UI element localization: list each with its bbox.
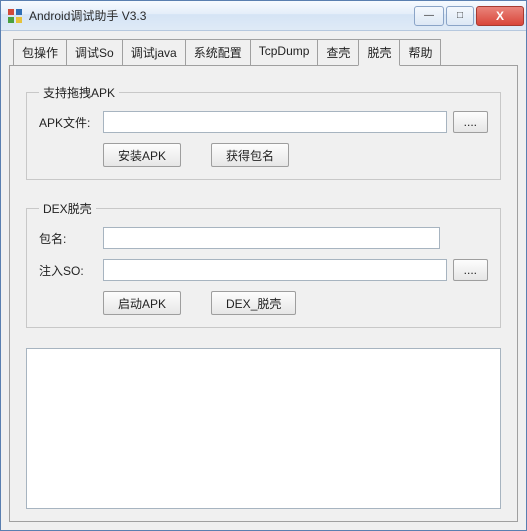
inject-so-input[interactable] (103, 259, 447, 281)
minimize-button[interactable]: — (414, 6, 444, 26)
maximize-button[interactable]: □ (446, 6, 474, 26)
minimize-icon: — (424, 10, 434, 21)
output-content (27, 349, 500, 509)
group-dex-unshell: DEX脱壳 包名: 注入SO: .... 启动APK DEX_脱壳 (26, 200, 501, 328)
tab-panel-unshell: 支持拖拽APK APK文件: .... 安装APK 获得包名 DEX脱壳 包名: (9, 65, 518, 522)
group-apk-drag: 支持拖拽APK APK文件: .... 安装APK 获得包名 (26, 84, 501, 180)
install-apk-button[interactable]: 安装APK (103, 143, 181, 167)
pkg-name-label: 包名: (39, 230, 97, 247)
app-window: Android调试助手 V3.3 — □ X 包操作 调试So 调试java 系… (0, 0, 527, 531)
tab-unshell[interactable]: 脱壳 (358, 39, 400, 66)
so-browse-button[interactable]: .... (453, 259, 488, 281)
dex-unshell-button[interactable]: DEX_脱壳 (211, 291, 296, 315)
pkg-name-input[interactable] (103, 227, 440, 249)
tab-sysconfig[interactable]: 系统配置 (185, 39, 251, 65)
client-area: 包操作 调试So 调试java 系统配置 TcpDump 查壳 脱壳 帮助 支持… (1, 31, 526, 530)
output-textarea[interactable] (26, 348, 501, 509)
maximize-icon: □ (457, 10, 463, 21)
apk-file-label: APK文件: (39, 114, 97, 131)
tab-check-shell[interactable]: 查壳 (317, 39, 359, 65)
tab-package[interactable]: 包操作 (13, 39, 67, 65)
inject-so-label: 注入SO: (39, 262, 97, 279)
titlebar: Android调试助手 V3.3 — □ X (1, 1, 526, 31)
tab-help[interactable]: 帮助 (399, 39, 441, 65)
group-dex-legend: DEX脱壳 (39, 200, 96, 217)
window-title: Android调试助手 V3.3 (29, 7, 414, 24)
close-icon: X (496, 9, 504, 23)
apk-file-input[interactable] (103, 111, 447, 133)
apk-browse-button[interactable]: .... (453, 111, 488, 133)
get-package-name-button[interactable]: 获得包名 (211, 143, 289, 167)
tab-bar: 包操作 调试So 调试java 系统配置 TcpDump 查壳 脱壳 帮助 (9, 39, 518, 65)
tab-debug-java[interactable]: 调试java (122, 39, 186, 65)
close-button[interactable]: X (476, 6, 524, 26)
tab-tcpdump[interactable]: TcpDump (250, 39, 319, 65)
group-apk-legend: 支持拖拽APK (39, 84, 119, 101)
tab-debug-so[interactable]: 调试So (66, 39, 123, 65)
app-icon (7, 8, 23, 24)
window-controls: — □ X (414, 6, 524, 26)
launch-apk-button[interactable]: 启动APK (103, 291, 181, 315)
